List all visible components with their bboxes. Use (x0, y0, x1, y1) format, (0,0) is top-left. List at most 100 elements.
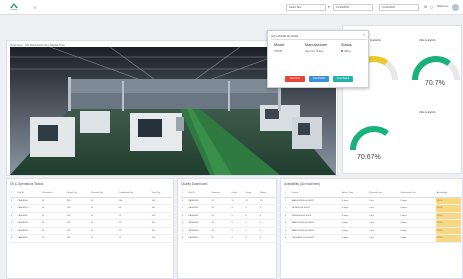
table-row[interactable]: 6 CA006965 10 150 12 12 100 (10, 234, 172, 243)
column-header[interactable]: Target Qty (65, 190, 90, 198)
column-header[interactable]: Good (230, 190, 245, 198)
menu-icon[interactable]: ☰ (33, 5, 39, 10)
table-cell: 10 (40, 204, 66, 213)
table-row[interactable]: 6 OMG-AR-DO-HL00001 0 days 0 hrs 0 days 100% (284, 234, 461, 243)
column-header[interactable]: Unit ID (187, 190, 211, 198)
date-from-input[interactable]: 01/14/2025 (333, 4, 373, 11)
table-row[interactable]: 4 CA006963 10 150 12 12 100 (10, 219, 172, 228)
table-row[interactable]: 1 CA006960 10 150 50 150 100 (10, 197, 172, 205)
table-cell: HAR00-R000-HL00001 (290, 227, 341, 235)
column-header[interactable]: Planned Loss (368, 190, 400, 198)
table-row[interactable]: 2 CA006961 10 150 12 50 100 (10, 204, 172, 213)
table-row[interactable]: 4 HAR00-R000-HL00001 0 days 0 hrs 0 days 100% (284, 219, 461, 228)
table-row[interactable]: 2 ZE-R000-HL00001 0 days 0 hrs 0 days 100% (284, 204, 461, 213)
table-cell: 0 days (399, 234, 436, 243)
table-cell: 0 days (399, 204, 436, 213)
column-header[interactable]: Completed Qty (117, 190, 151, 198)
column-header[interactable]: Channel Id (40, 190, 66, 198)
gauge-2-title: OEE Availability (419, 39, 436, 42)
column-header[interactable]: Planned Qty (89, 190, 118, 198)
table-cell: 10 (40, 234, 66, 243)
table-row[interactable]: 3 CA006962 32 5 3 4 (181, 212, 275, 220)
popup-manufacturer-header: Manufacturer (305, 43, 328, 47)
site-select[interactable]: Select Site (286, 4, 326, 11)
popup-status-header: Status (341, 43, 352, 47)
column-header[interactable]: Operator (210, 190, 231, 198)
table-cell: CA006963 (16, 219, 41, 228)
table-row[interactable]: 5 HAR00-R000-HL00001 0 days 0 hrs 0 days 100% (284, 227, 461, 235)
table-cell: 0 hrs (368, 212, 400, 220)
table-cell: 0 days (399, 219, 436, 228)
table-cell: 32 (210, 197, 231, 205)
table-row[interactable]: 6 CA006965 32 4 3 3 (181, 234, 275, 243)
column-header[interactable]: Availability (435, 190, 461, 198)
table-cell: 3 (244, 227, 259, 235)
avatar[interactable] (452, 3, 459, 11)
table-cell: 100 (150, 219, 172, 228)
table-cell: 10 (40, 219, 66, 228)
table-row[interactable]: 5 CA006964 32 5 3 3 (181, 227, 275, 235)
factory-view-title: Overview - 3D Manufacturing Digital Twin (10, 42, 65, 47)
table-cell: 0 days (399, 212, 436, 220)
table-cell: 4 (230, 234, 245, 243)
column-header[interactable]: Scrap (244, 190, 259, 198)
top-bar: Sensable ☰ Select Site ▾ 01/14/2025 01/1… (0, 0, 463, 15)
table-cell: 3 (244, 212, 259, 220)
table-cell: 2 (284, 204, 291, 213)
table-row[interactable]: 3 OE0-R000-HL00001 0 days 0 hrs 0 days 100% (284, 212, 461, 220)
popup-model-value: HT6650 (274, 50, 283, 53)
table-cell: 3 (244, 234, 259, 243)
table-cell: 12 (244, 197, 259, 205)
table-row[interactable]: 2 CA006961 32 4 3 5 (181, 204, 275, 213)
column-header[interactable]: Device (290, 190, 341, 198)
table-cell: 0 days (399, 197, 436, 205)
logo-text: Sensable (10, 9, 18, 11)
view-details-button[interactable]: View Details (309, 76, 329, 82)
user-label: Welcome (437, 4, 449, 8)
alert-now-button[interactable]: Alert Now (285, 76, 305, 82)
table-cell: 5 (230, 212, 245, 220)
table-cell: 32 (210, 234, 231, 243)
column-header[interactable]: Yield Qty (150, 190, 172, 198)
popup-status-text: Offline (344, 50, 351, 53)
table-row[interactable]: 3 CA006962 10 150 12 12 100 (10, 212, 172, 220)
column-header[interactable]: Unit ID (16, 190, 41, 198)
table-cell: 0 hrs (368, 234, 400, 243)
close-icon[interactable]: × (363, 33, 365, 37)
quality-card: Quality Dashboard # Unit ID Operator Good Sc… (177, 178, 277, 279)
table-cell: 150 (65, 204, 90, 213)
logo[interactable]: Sensable (5, 2, 23, 13)
table-cell: 0 days (340, 197, 369, 205)
table-cell: 150 (65, 212, 90, 220)
table-cell: 100% (435, 234, 461, 243)
gauge-3 (350, 126, 398, 151)
table-cell: 150 (65, 227, 90, 235)
settings-icon[interactable]: ⚙ (424, 5, 427, 9)
quality-title: Quality Dashboard (181, 182, 208, 186)
status-dot-icon (341, 50, 343, 53)
column-header[interactable]: Repair (259, 190, 275, 198)
table-cell: 10 (40, 212, 66, 220)
table-row[interactable]: 4 CA006963 32 5 3 3 (181, 219, 275, 228)
view-report-button[interactable]: View Report (333, 76, 353, 82)
table-row[interactable]: 1 CA006960 32 11 12 13 (181, 197, 275, 205)
column-header[interactable]: # (284, 190, 291, 198)
notification-icon[interactable]: ◻ (430, 5, 433, 9)
table-cell: CA006965 (16, 234, 41, 243)
table-cell: 100 (150, 197, 172, 205)
table-cell: 12 (89, 212, 118, 220)
table-cell: 100% (435, 227, 461, 235)
table-row[interactable]: 5 CA006964 10 150 12 12 100 (10, 227, 172, 235)
column-header[interactable]: Unplanned Loss (399, 190, 436, 198)
table-cell: 0 days (399, 227, 436, 235)
table-cell: 50 (117, 204, 151, 213)
date-to-input[interactable]: 01/14/2025 (379, 4, 419, 11)
table-row[interactable]: 1 HAR00-R000-HL00001 0 days 0 hrs 0 days 100% (284, 197, 461, 205)
column-header[interactable]: Active Time (340, 190, 369, 198)
table-cell: 12 (117, 234, 151, 243)
table-cell: 150 (65, 197, 90, 205)
table-cell: 150 (65, 219, 90, 228)
table-cell: OMG-AR-DO-HL00001 (290, 234, 341, 243)
table-cell: 12 (89, 219, 118, 228)
table-cell: 6 (284, 234, 291, 243)
